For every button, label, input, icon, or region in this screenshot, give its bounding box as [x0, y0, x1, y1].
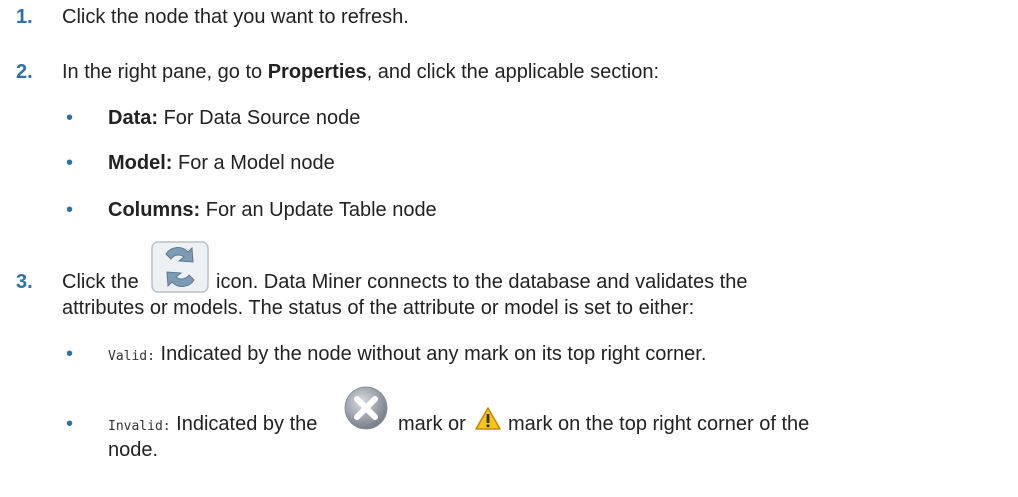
section-text: For Data Source node: [158, 107, 361, 129]
step-number: 1.: [16, 6, 33, 28]
step-text-suffix: , and click the applicable section:: [366, 61, 660, 83]
status-item: Invalid: Indicated by the: [108, 412, 317, 439]
step-text-prefix: Click the: [62, 271, 139, 293]
status-text-line2: node.: [108, 439, 159, 461]
step-number: 3.: [16, 271, 33, 293]
status-code: Invalid:: [108, 419, 171, 434]
status-text-mid: mark or: [398, 413, 466, 435]
refresh-icon: [151, 241, 209, 293]
warning-icon: [475, 407, 501, 430]
section-text: For an Update Table node: [200, 199, 437, 221]
step-text: Click the node that you want to refresh.: [62, 6, 409, 28]
bullet: •: [66, 107, 74, 129]
section-item: Columns: For an Update Table node: [108, 198, 437, 222]
section-label: Model:: [108, 152, 173, 174]
section-label: Columns:: [108, 199, 201, 221]
step-text-suffix: icon. Data Miner connects to the databas…: [216, 271, 748, 293]
section-item: Model: For a Model node: [108, 151, 335, 175]
step-text-line2: attributes or models. The status of the …: [62, 297, 695, 319]
error-x-icon: [344, 386, 388, 430]
step-number: 2.: [16, 61, 33, 83]
document-page: 1. Click the node that you want to refre…: [0, 0, 1018, 497]
bullet: •: [66, 343, 74, 365]
section-text: For a Model node: [172, 152, 335, 174]
properties-label: Properties: [267, 61, 367, 83]
bullet: •: [66, 413, 74, 435]
step-text-prefix: In the right pane, go to: [62, 61, 268, 83]
bullet: •: [66, 199, 74, 221]
bullet: •: [66, 152, 74, 174]
status-text: Indicated by the node without any mark o…: [154, 343, 707, 365]
section-item: Data: For Data Source node: [108, 106, 360, 130]
status-code: Valid:: [108, 349, 155, 364]
step-text: In the right pane, go to Properties, and…: [62, 60, 659, 84]
status-text: Indicated by the: [170, 413, 318, 435]
section-label: Data:: [108, 107, 159, 129]
status-item: Valid: Indicated by the node without any…: [108, 342, 706, 369]
status-text-after: mark on the top right corner of the: [508, 413, 810, 435]
